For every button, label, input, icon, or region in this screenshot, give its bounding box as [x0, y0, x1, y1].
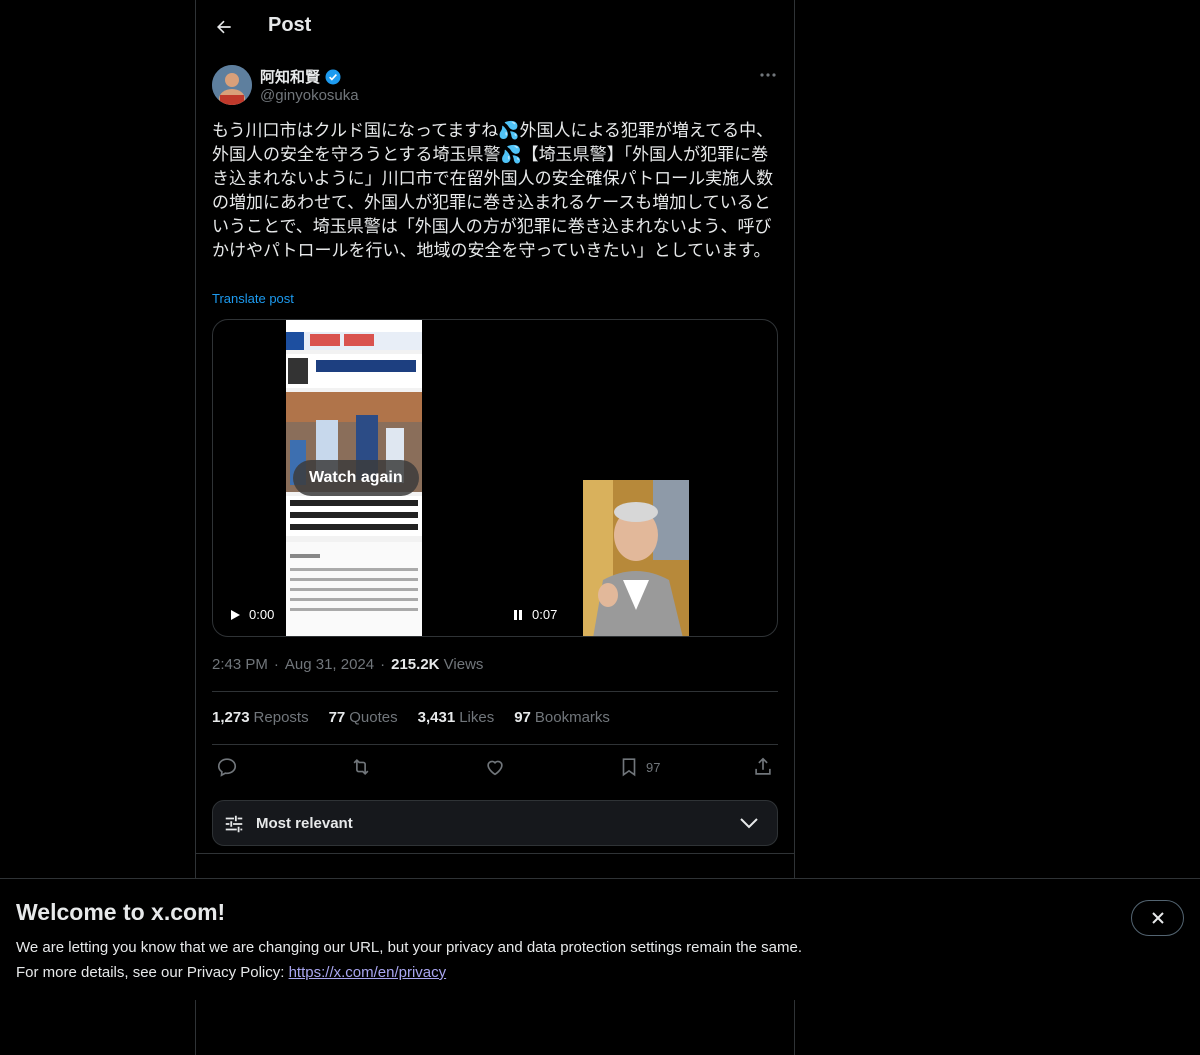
verified-badge-icon [325, 69, 341, 84]
watch-again-button[interactable]: Watch again [293, 460, 419, 496]
banner-line-2: For more details, see our Privacy Policy… [16, 964, 447, 981]
avatar[interactable] [212, 65, 252, 105]
page-title: Post [268, 14, 312, 36]
share-button[interactable] [752, 756, 774, 778]
post-text: もう川口市はクルド国になってますね💦外国人による犯罪が増えてる中、外国人の安全を… [212, 121, 774, 260]
author-name-row: 阿知和賢 [260, 66, 342, 87]
privacy-policy-link[interactable]: https://x.com/en/privacy [289, 964, 447, 981]
video-pause-control[interactable]: 0:07 [512, 607, 557, 622]
post-time[interactable]: 2:43 PM [212, 656, 268, 673]
banner-line-1: We are letting you know that we are chan… [16, 939, 802, 956]
close-banner-button[interactable] [1131, 900, 1184, 936]
more-options-button[interactable] [756, 64, 780, 86]
quotes-stat[interactable]: 77 Quotes [329, 709, 398, 726]
reposts-stat[interactable]: 1,273 Reposts [212, 709, 309, 726]
video-time-left: 0:00 [249, 607, 275, 622]
sort-label: Most relevant [256, 815, 353, 832]
welcome-banner: Welcome to x.com! We are letting you kno… [0, 878, 1200, 1000]
bookmark-button[interactable]: 97 [618, 756, 660, 778]
bookmark-count: 97 [646, 759, 661, 775]
heart-icon [487, 760, 503, 776]
repost-icon [353, 758, 369, 776]
man-portrait-image [583, 480, 689, 636]
divider [212, 691, 778, 692]
video-player[interactable]: Watch again 0:00 0:07 [212, 319, 778, 637]
engagement-stats: 1,273 Reposts 77 Quotes 3,431 Likes 97 Bookm… [212, 709, 610, 726]
author-handle[interactable]: @ginyokosuka [260, 87, 359, 104]
display-name[interactable]: 阿知和賢 [260, 66, 320, 87]
divider [212, 744, 778, 745]
video-time-right: 0:07 [532, 607, 558, 622]
banner-text: We are letting you know that we are chan… [16, 935, 802, 985]
chevron-down-icon [740, 818, 758, 829]
action-bar: 97 [212, 756, 778, 782]
reply-button[interactable] [216, 756, 238, 778]
likes-stat[interactable]: 3,431 Likes [418, 709, 495, 726]
sliders-icon [225, 815, 243, 833]
views-count: 215.2K [391, 656, 440, 673]
bookmarks-stat[interactable]: 97 Bookmarks [514, 709, 610, 726]
share-icon [755, 757, 771, 775]
post-header: Post [196, 0, 794, 54]
close-icon [1151, 912, 1164, 924]
more-dots-icon [760, 73, 776, 77]
views-label: Views [443, 656, 484, 673]
video-play-control[interactable]: 0:00 [229, 607, 274, 622]
play-icon [231, 609, 240, 620]
arrow-left-icon [217, 20, 231, 34]
like-button[interactable] [484, 756, 506, 778]
back-button[interactable] [208, 11, 240, 43]
interview-video-frame [583, 480, 689, 636]
reply-icon [217, 758, 237, 777]
divider [196, 853, 794, 854]
reply-sort-dropdown[interactable]: Most relevant [212, 800, 778, 846]
repost-button[interactable] [350, 756, 372, 778]
post-meta: 2:43 PM · Aug 31, 2024 · 215.2K Views [212, 656, 483, 673]
pause-icon [514, 609, 522, 620]
banner-title: Welcome to x.com! [16, 899, 226, 925]
bookmark-icon [622, 758, 636, 777]
avatar-image [212, 65, 252, 105]
translate-post-link[interactable]: Translate post [212, 291, 294, 306]
meta-separator: · [380, 656, 386, 673]
meta-separator: · [273, 656, 279, 673]
post-date[interactable]: Aug 31, 2024 [285, 656, 374, 673]
